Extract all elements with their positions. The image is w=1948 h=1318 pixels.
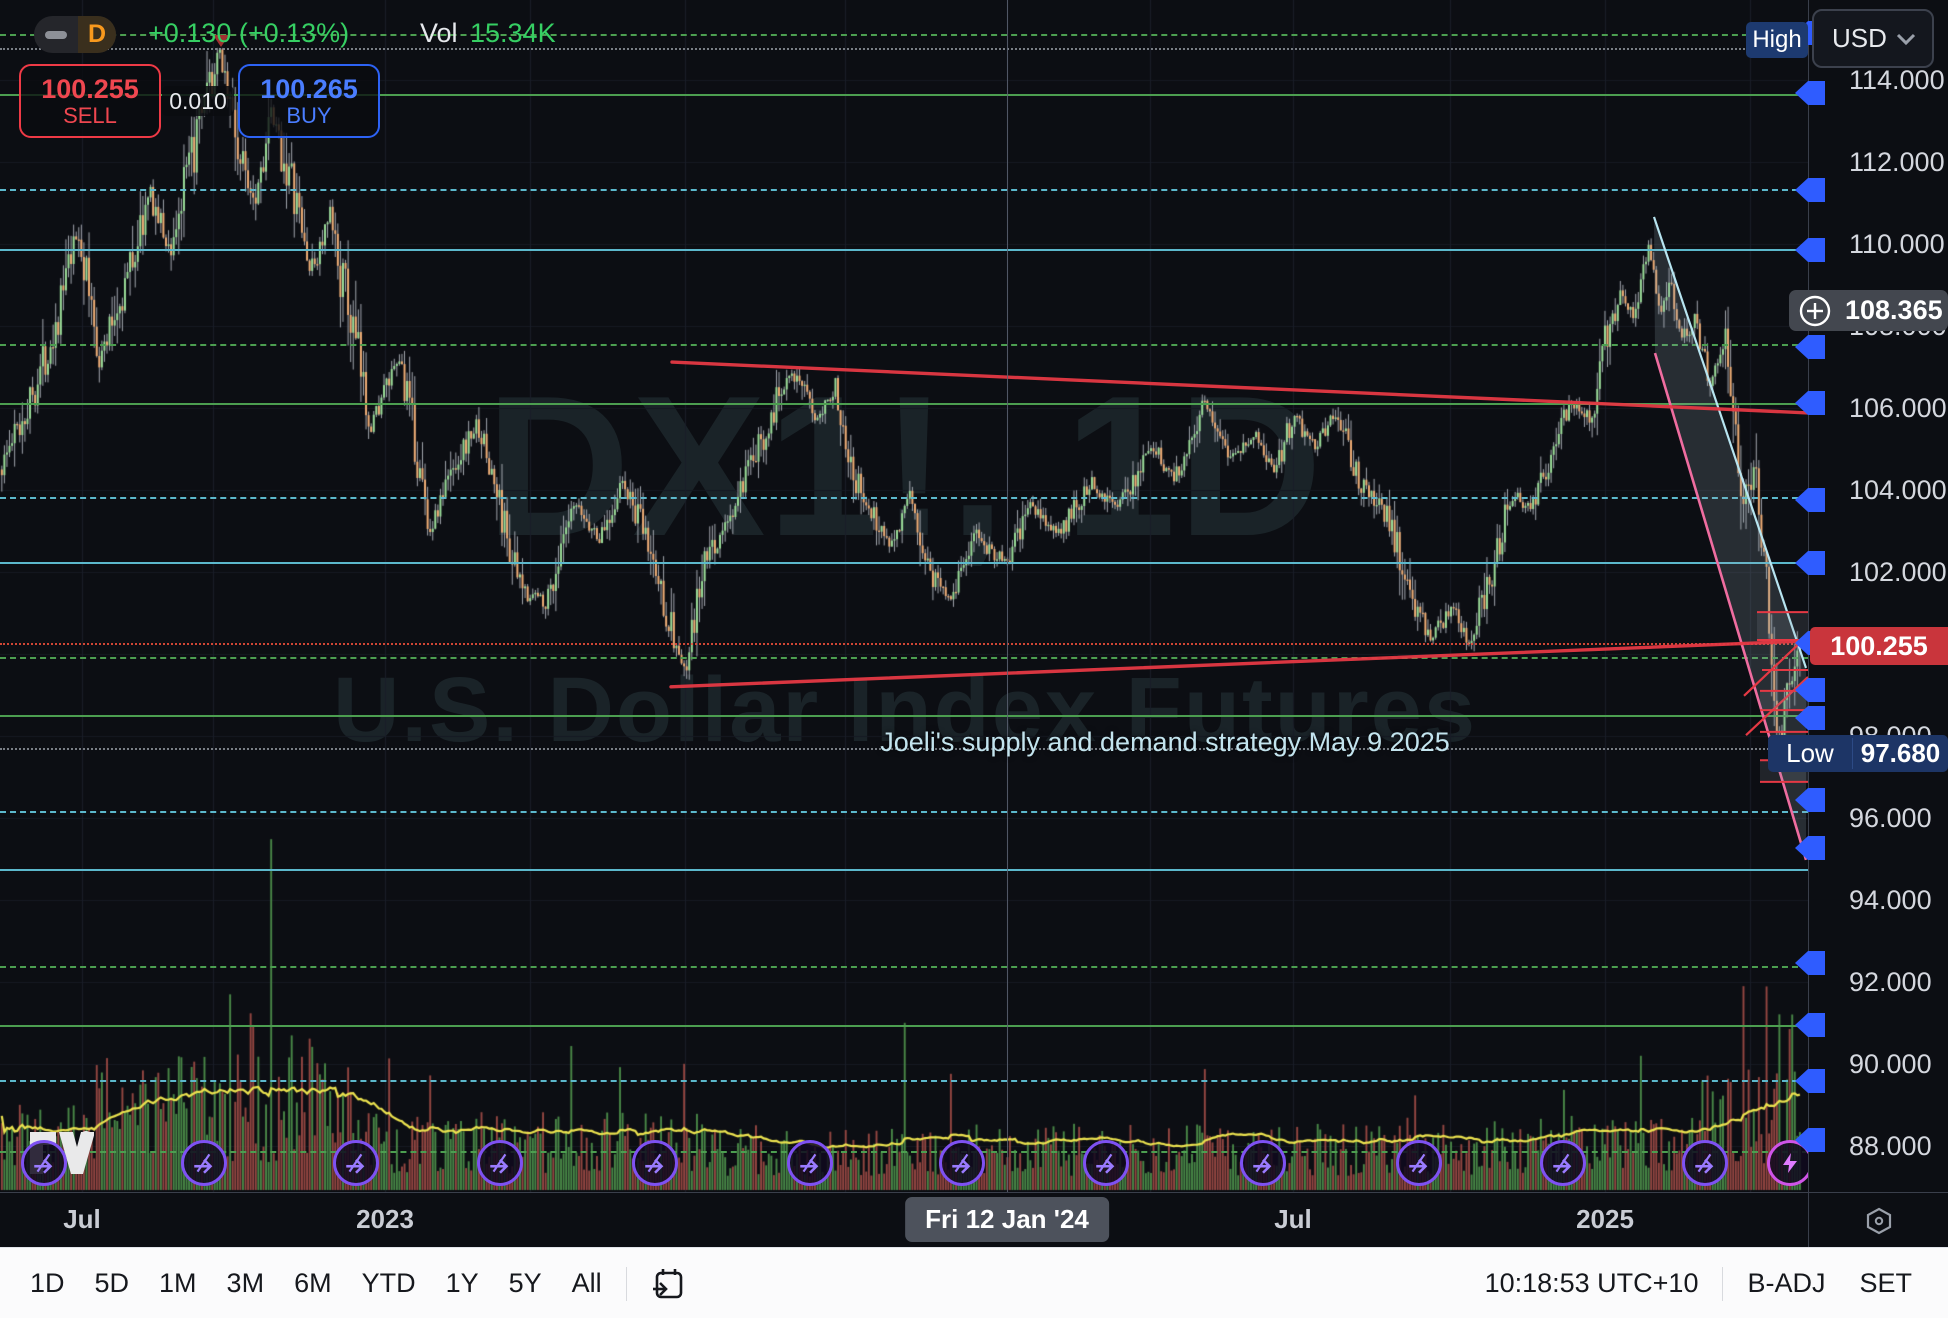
buy-price: 100.265	[260, 74, 358, 104]
toolbar-divider	[1722, 1267, 1723, 1301]
sell-price: 100.255	[41, 74, 139, 104]
contract-rollover-marker-icon[interactable]	[1540, 1140, 1586, 1186]
range-button-1y[interactable]: 1Y	[446, 1268, 479, 1299]
contract-rollover-marker-icon[interactable]	[632, 1140, 678, 1186]
contract-rollover-marker-icon[interactable]	[333, 1140, 379, 1186]
price-alert-flag-icon[interactable]	[1795, 677, 1825, 703]
price-change-text: +0.130 (+0.13%)	[148, 18, 349, 49]
chart-pane[interactable]: DX1!, 1D U.S. Dollar Index Futures Joeli…	[0, 0, 1808, 1192]
range-button-1d[interactable]: 1D	[30, 1268, 65, 1299]
price-axis-label: 106.000	[1849, 393, 1947, 424]
price-alert-flag-icon[interactable]	[1795, 950, 1825, 976]
currency-value: USD	[1832, 23, 1894, 54]
price-alert-flag-icon[interactable]	[1795, 835, 1825, 861]
legend-collapsed-pill[interactable]: D	[34, 16, 116, 53]
range-button-5y[interactable]: 5Y	[509, 1268, 542, 1299]
price-alert-flag-icon[interactable]	[1795, 237, 1825, 263]
back-adjust-toggle[interactable]: B-ADJ	[1747, 1268, 1825, 1299]
price-axis-label: 110.000	[1849, 229, 1945, 260]
settlement-toggle[interactable]: SET	[1859, 1268, 1912, 1299]
time-axis[interactable]: Fri 12 Jan '24 Jul 2023 Jul 2025	[0, 1192, 1808, 1248]
crosshair-price-value: 108.365	[1845, 295, 1943, 326]
time-axis-label: Jul	[1274, 1204, 1312, 1235]
go-to-date-icon[interactable]	[651, 1267, 685, 1301]
interval-badge[interactable]: D	[78, 16, 116, 53]
price-axis-label: 112.000	[1849, 147, 1945, 178]
ascending-support-trendline[interactable]	[671, 641, 1808, 687]
price-axis-label: 104.000	[1849, 475, 1947, 506]
crosshair-date-badge: Fri 12 Jan '24	[905, 1197, 1109, 1242]
time-axis-corner[interactable]	[1808, 1192, 1948, 1248]
minus-icon	[45, 31, 67, 39]
high-price-badge: High	[1746, 22, 1808, 58]
contract-rollover-marker-icon[interactable]	[939, 1140, 985, 1186]
price-alert-flag-icon[interactable]	[1795, 1127, 1825, 1153]
buy-label: BUY	[286, 104, 331, 129]
price-alert-flag-icon[interactable]	[1795, 177, 1825, 203]
contract-rollover-marker-icon[interactable]	[1083, 1140, 1129, 1186]
price-alert-flag-icon[interactable]	[1795, 390, 1825, 416]
last-price-badge: 100.255	[1810, 627, 1948, 665]
price-axis-label: 94.000	[1849, 885, 1932, 916]
low-label: Low	[1768, 738, 1853, 769]
contract-rollover-marker-icon[interactable]	[181, 1140, 227, 1186]
price-alert-flag-icon[interactable]	[1795, 705, 1825, 731]
volume-label: Vol	[420, 18, 458, 49]
price-alert-flag-icon[interactable]	[1795, 80, 1825, 106]
contract-rollover-marker-icon[interactable]	[1396, 1140, 1442, 1186]
price-axis-label: 90.000	[1849, 1049, 1932, 1080]
range-button-3m[interactable]: 3M	[227, 1268, 265, 1299]
footer-right-group: 10:18:53 UTC+10 B-ADJ SET	[1485, 1267, 1912, 1301]
range-button-all[interactable]: All	[572, 1268, 602, 1299]
contract-rollover-marker-icon[interactable]	[1682, 1140, 1728, 1186]
trading-chart-app: DX1!, 1D U.S. Dollar Index Futures Joeli…	[0, 0, 1948, 1318]
strategy-annotation[interactable]: Joeli's supply and demand strategy May 9…	[880, 727, 1450, 758]
contract-rollover-marker-icon[interactable]	[1240, 1140, 1286, 1186]
price-alert-flag-icon[interactable]	[1795, 787, 1825, 813]
crosshair-vertical-line	[1007, 0, 1008, 1192]
chart-drawings-layer	[0, 0, 1808, 1192]
add-alert-plus-icon[interactable]	[1797, 293, 1833, 329]
buy-button[interactable]: 100.265 BUY	[238, 64, 380, 138]
price-axis-label: 92.000	[1849, 967, 1932, 998]
range-button-1m[interactable]: 1M	[159, 1268, 197, 1299]
contract-rollover-marker-icon[interactable]	[21, 1140, 67, 1186]
time-axis-label: Jul	[63, 1204, 101, 1235]
sell-button[interactable]: 100.255 SELL	[19, 64, 161, 138]
price-axis-label: 102.000	[1849, 557, 1947, 588]
contract-rollover-marker-icon[interactable]	[477, 1140, 523, 1186]
currency-selector[interactable]: USD	[1812, 9, 1934, 68]
volume-value: 15.34K	[470, 18, 556, 49]
price-axis[interactable]: 114.000112.000110.000108.000106.000104.0…	[1808, 0, 1948, 1192]
range-button-6m[interactable]: 6M	[294, 1268, 332, 1299]
price-axis-label: 96.000	[1849, 803, 1932, 834]
range-selector: 1D 5D 1M 3M 6M YTD 1Y 5Y All	[30, 1268, 602, 1299]
price-alert-flag-icon[interactable]	[1795, 487, 1825, 513]
price-alert-flag-icon[interactable]	[1795, 334, 1825, 360]
price-axis-label: 114.000	[1849, 65, 1945, 96]
contract-rollover-marker-icon[interactable]	[787, 1140, 833, 1186]
range-button-ytd[interactable]: YTD	[362, 1268, 416, 1299]
time-axis-label: 2025	[1576, 1204, 1634, 1235]
clock-timezone[interactable]: 10:18:53 UTC+10	[1485, 1268, 1699, 1299]
sell-label: SELL	[63, 104, 117, 129]
low-value: 97.680	[1853, 738, 1948, 769]
spread-value: 0.010	[162, 86, 234, 116]
chevron-down-icon	[1894, 31, 1918, 47]
descending-resistance-trendline[interactable]	[672, 362, 1808, 413]
legend-collapse-button[interactable]	[34, 31, 78, 39]
price-axis-label: 88.000	[1849, 1131, 1932, 1162]
scale-settings-icon[interactable]	[1864, 1206, 1894, 1236]
crosshair-price-label[interactable]: 108.365	[1789, 290, 1948, 331]
time-axis-label: 2023	[356, 1204, 414, 1235]
range-button-5d[interactable]: 5D	[95, 1268, 130, 1299]
price-alert-flag-icon[interactable]	[1795, 1068, 1825, 1094]
price-alert-flag-icon[interactable]	[1795, 1012, 1825, 1038]
toolbar-divider	[626, 1267, 627, 1301]
low-price-badge: Low 97.680	[1768, 735, 1948, 772]
bottom-toolbar: 1D 5D 1M 3M 6M YTD 1Y 5Y All 10:18:53 UTC+10 B-A…	[0, 1247, 1948, 1318]
price-alert-flag-icon[interactable]	[1795, 550, 1825, 576]
